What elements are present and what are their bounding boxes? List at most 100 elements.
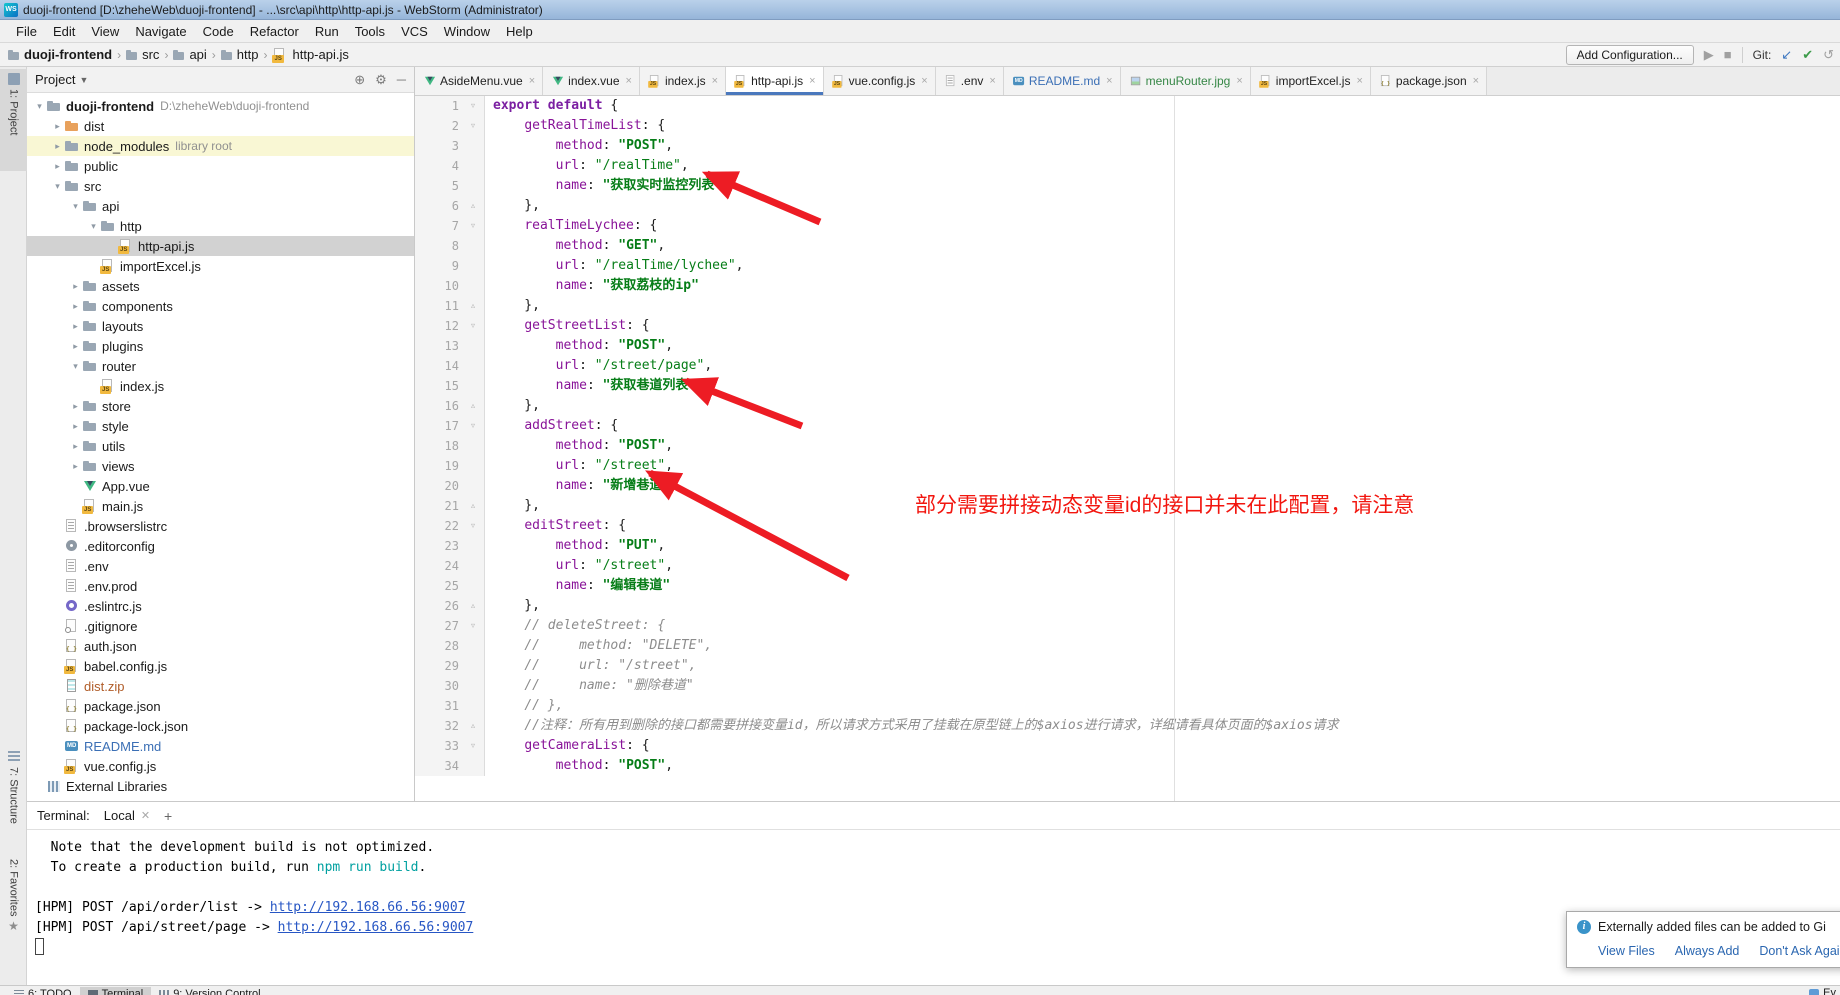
locate-file-icon[interactable]: ⊕ [354,73,365,87]
history-icon[interactable]: ↺ [1823,45,1834,65]
tab-index-vue[interactable]: index.vue× [543,67,640,95]
tree-item-node-modules[interactable]: ▸node_moduleslibrary root [27,136,414,156]
chevron-down-icon[interactable]: ▾ [51,181,64,192]
terminal-link[interactable]: http://192.168.66.56:9007 [278,920,474,935]
close-icon[interactable]: × [809,75,815,87]
tree-item--eslintrc-js[interactable]: .eslintrc.js [27,596,414,616]
tree-item-index-js[interactable]: index.js [27,376,414,396]
tab-vue-config-js[interactable]: vue.config.js× [824,67,936,95]
sidebar-item-project[interactable]: 1: Project [0,69,27,171]
chevron-right-icon[interactable]: ▸ [69,461,82,472]
tree-item-duoji-frontend[interactable]: ▾duoji-frontendD:\zheheWeb\duoji-fronten… [27,96,414,116]
fold-start-icon[interactable]: ▿ [464,516,482,536]
tree-item-layouts[interactable]: ▸layouts [27,316,414,336]
breadcrumb-item[interactable]: http [221,47,259,62]
tree-item--env[interactable]: .env [27,556,414,576]
fold-start-icon[interactable]: ▿ [464,736,482,756]
close-icon[interactable]: × [626,75,632,87]
tree-item-vue-config-js[interactable]: vue.config.js [27,756,414,776]
fold-start-icon[interactable]: ▿ [464,216,482,236]
breadcrumb-item[interactable]: src [126,47,159,62]
tab-package-json[interactable]: package.json× [1371,67,1487,95]
chevron-right-icon[interactable]: ▸ [69,341,82,352]
fold-end-icon[interactable]: ▵ [464,596,482,616]
tab--env[interactable]: .env× [936,67,1004,95]
tree-item-auth-json[interactable]: auth.json [27,636,414,656]
settings-gear-icon[interactable]: ⚙ [375,73,387,87]
tree-item-http[interactable]: ▾http [27,216,414,236]
close-icon[interactable]: × [712,75,718,87]
close-icon[interactable]: × [989,75,995,87]
tree-item-dist[interactable]: ▸dist [27,116,414,136]
tree-item-src[interactable]: ▾src [27,176,414,196]
close-icon[interactable]: × [1236,75,1242,87]
stop-icon[interactable]: ■ [1724,45,1732,65]
fold-end-icon[interactable]: ▵ [464,396,482,416]
code-editor[interactable]: 1▿export default {2▿ getRealTimeList: {3… [415,96,1840,802]
breadcrumb-item[interactable]: http-api.js [272,47,348,63]
chevron-right-icon[interactable]: ▸ [69,401,82,412]
fold-start-icon[interactable]: ▿ [464,116,482,136]
fold-start-icon[interactable]: ▿ [464,96,482,116]
menu-item-window[interactable]: Window [436,24,498,39]
toolwindow-button-6-todo[interactable]: 6: TODO [6,987,80,995]
fold-start-icon[interactable]: ▿ [464,416,482,436]
event-log-button[interactable]: Ev [1809,987,1836,995]
chevron-right-icon[interactable]: ▸ [69,321,82,332]
tree-item-plugins[interactable]: ▸plugins [27,336,414,356]
tree-item-api[interactable]: ▾api [27,196,414,216]
menu-item-edit[interactable]: Edit [45,24,83,39]
tree-item-components[interactable]: ▸components [27,296,414,316]
tab-importexcel-js[interactable]: importExcel.js× [1251,67,1371,95]
notification-link-don-t-ask-agai[interactable]: Don't Ask Agai [1759,944,1839,958]
toolwindow-button-9-version-control[interactable]: 9: Version Control [151,987,268,995]
fold-start-icon[interactable]: ▿ [464,616,482,636]
toolwindow-button-terminal[interactable]: Terminal [80,987,152,995]
tree-item--gitignore[interactable]: .gitignore [27,616,414,636]
breadcrumb-item[interactable]: api [173,47,206,62]
tree-item--editorconfig[interactable]: .editorconfig [27,536,414,556]
add-configuration-button[interactable]: Add Configuration... [1566,45,1694,65]
tree-item-assets[interactable]: ▸assets [27,276,414,296]
chevron-down-icon[interactable]: ▾ [69,201,82,212]
tree-item-babel-config-js[interactable]: babel.config.js [27,656,414,676]
close-icon[interactable]: × [921,75,927,87]
tree-item-store[interactable]: ▸store [27,396,414,416]
notification-link-always-add[interactable]: Always Add [1675,944,1740,958]
tree-item-readme-md[interactable]: README.md [27,736,414,756]
close-icon[interactable]: ✕ [141,809,150,822]
menu-item-navigate[interactable]: Navigate [127,24,194,39]
git-update-icon[interactable]: ↙ [1781,45,1792,65]
tree-item-views[interactable]: ▸views [27,456,414,476]
menu-item-vcs[interactable]: VCS [393,24,436,39]
chevron-right-icon[interactable]: ▸ [69,441,82,452]
chevron-down-icon[interactable]: ▾ [69,361,82,372]
fold-end-icon[interactable]: ▵ [464,296,482,316]
menu-item-refactor[interactable]: Refactor [242,24,307,39]
sidebar-item-favorites[interactable]: 2: Favorites ★ [0,855,27,967]
tab-index-js[interactable]: index.js× [640,67,726,95]
hide-panel-icon[interactable]: ─ [397,73,406,87]
git-commit-icon[interactable]: ✔ [1802,45,1813,65]
terminal-link[interactable]: http://192.168.66.56:9007 [270,900,466,915]
project-panel-title[interactable]: Project [35,72,75,87]
fold-end-icon[interactable]: ▵ [464,196,482,216]
close-icon[interactable]: × [1106,75,1112,87]
tree-item-importexcel-js[interactable]: importExcel.js [27,256,414,276]
tree-item--browserslistrc[interactable]: .browserslistrc [27,516,414,536]
tree-item-main-js[interactable]: main.js [27,496,414,516]
terminal-tab-local[interactable]: Local ✕ [104,808,150,823]
chevron-right-icon[interactable]: ▸ [51,141,64,152]
menu-item-tools[interactable]: Tools [347,24,393,39]
fold-start-icon[interactable]: ▿ [464,316,482,336]
menu-item-run[interactable]: Run [307,24,347,39]
tree-item-style[interactable]: ▸style [27,416,414,436]
close-icon[interactable]: × [1356,75,1362,87]
tree-item-app-vue[interactable]: App.vue [27,476,414,496]
notification-link-view-files[interactable]: View Files [1598,944,1655,958]
new-terminal-session-button[interactable]: + [164,808,172,824]
menu-item-code[interactable]: Code [195,24,242,39]
chevron-right-icon[interactable]: ▸ [51,161,64,172]
sidebar-item-structure[interactable]: 7: Structure [0,747,27,843]
tree-item-package-json[interactable]: package.json [27,696,414,716]
